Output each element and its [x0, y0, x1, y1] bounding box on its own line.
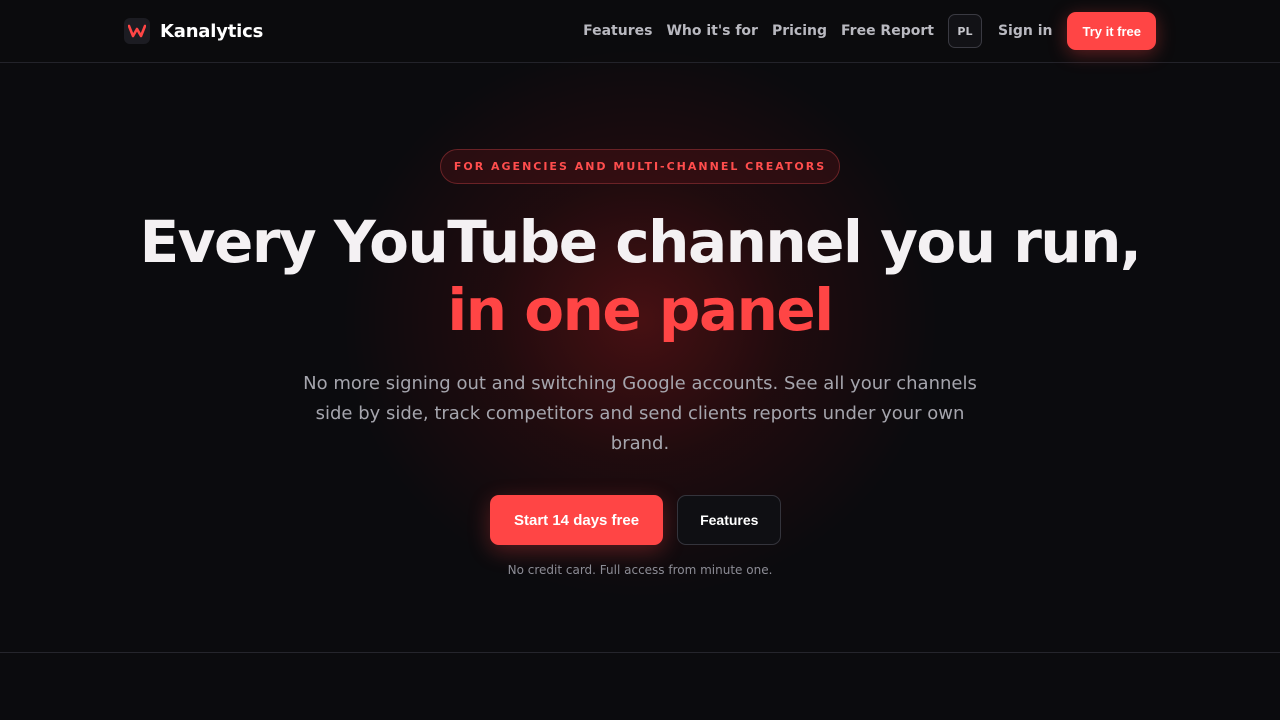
nav-link-free-report[interactable]: Free Report [841, 23, 934, 39]
try-free-button[interactable]: Try it free [1067, 12, 1156, 50]
headline-line-2: in one panel [447, 276, 834, 344]
brand[interactable]: Kanalytics [124, 18, 263, 44]
nav-link-pricing[interactable]: Pricing [772, 23, 827, 39]
features-button[interactable]: Features [677, 495, 782, 545]
hero-subtitle: No more signing out and switching Google… [303, 373, 977, 454]
headline-line-1: Every YouTube channel you run, [139, 208, 1142, 276]
kanalytics-w-logo-icon [124, 18, 150, 44]
language-switch-button[interactable]: PL [947, 14, 982, 48]
start-trial-button[interactable]: Start 14 days free [490, 495, 664, 545]
nav-link-who-its-for[interactable]: Who it's for [666, 23, 758, 39]
landing-page: Kanalytics Features Who it's for Pricing… [0, 0, 1280, 720]
cta-row: Start 14 days free Features [490, 495, 782, 545]
site-header: Kanalytics Features Who it's for Pricing… [0, 0, 1280, 63]
brand-name: Kanalytics [160, 20, 264, 42]
nav-link-features[interactable]: Features [583, 23, 652, 39]
no-credit-card-note: No credit card. Full access from minute … [507, 563, 773, 577]
section-divider [0, 652, 1280, 653]
audience-badge: FOR AGENCIES AND MULTI-CHANNEL CREATORS [440, 149, 840, 184]
sign-in-link[interactable]: Sign in [998, 23, 1053, 39]
main-nav: Features Who it's for Pricing Free Repor… [583, 12, 1156, 50]
